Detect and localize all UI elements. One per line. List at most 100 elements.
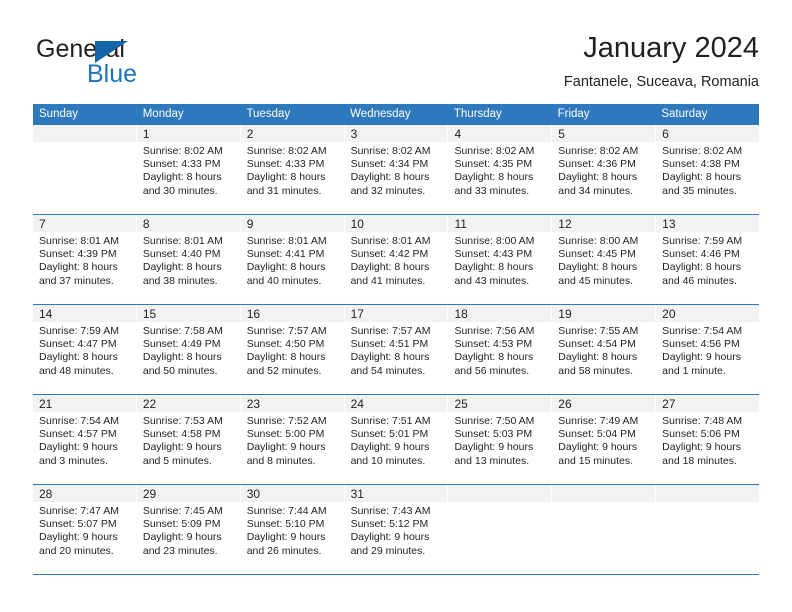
day-cell-11[interactable]: 11 Sunrise: 8:00 AM Sunset: 4:43 PM Dayligh… bbox=[448, 215, 553, 304]
day-number-band: 18 bbox=[448, 305, 552, 322]
day-cell-9[interactable]: 9 Sunrise: 8:01 AM Sunset: 4:41 PM Daylight… bbox=[240, 215, 345, 304]
day-number-band: 2 bbox=[240, 125, 344, 142]
day-number-band bbox=[656, 485, 760, 502]
day-details: Sunrise: 7:53 AM Sunset: 4:58 PM Daylight:… bbox=[137, 412, 240, 468]
day-details: Sunrise: 7:43 AM Sunset: 5:12 PM Daylight:… bbox=[345, 502, 448, 558]
day-cell-empty bbox=[656, 485, 760, 574]
day-number-band: 5 bbox=[552, 125, 656, 142]
day-details: Sunrise: 7:45 AM Sunset: 5:09 PM Daylight:… bbox=[137, 502, 240, 558]
calendar-week-row: 1 Sunrise: 8:02 AM Sunset: 4:33 PM Daylight… bbox=[33, 125, 760, 215]
day-details: Sunrise: 7:57 AM Sunset: 4:51 PM Daylight:… bbox=[345, 322, 448, 378]
day-cell-2[interactable]: 2 Sunrise: 8:02 AM Sunset: 4:33 PM Daylight… bbox=[240, 125, 345, 214]
day-cell-16[interactable]: 16 Sunrise: 7:57 AM Sunset: 4:50 PM Dayligh… bbox=[240, 305, 345, 394]
day-cell-20[interactable]: 20 Sunrise: 7:54 AM Sunset: 4:56 PM Dayligh… bbox=[656, 305, 760, 394]
sunrise-text: Sunrise: 7:58 AM bbox=[142, 325, 223, 337]
day-cell-17[interactable]: 17 Sunrise: 7:57 AM Sunset: 4:51 PM Dayligh… bbox=[344, 305, 449, 394]
day-number-band: 3 bbox=[344, 125, 448, 142]
day-number-band: 19 bbox=[552, 305, 656, 322]
day-number-band: 20 bbox=[656, 305, 760, 322]
day-cell-3[interactable]: 3 Sunrise: 8:02 AM Sunset: 4:34 PM Daylight… bbox=[344, 125, 449, 214]
day-number: 2 bbox=[246, 127, 254, 141]
day-cell-28[interactable]: 28 Sunrise: 7:47 AM Sunset: 5:07 PM Dayligh… bbox=[33, 485, 137, 574]
day-cell-1[interactable]: 1 Sunrise: 8:02 AM Sunset: 4:33 PM Daylight… bbox=[136, 125, 241, 214]
page-header: General Blue January 2024 Fantanele, Suc… bbox=[33, 30, 759, 100]
daylight-text-line2: and 31 minutes. bbox=[246, 184, 322, 197]
day-cell-10[interactable]: 10 Sunrise: 8:01 AM Sunset: 4:42 PM Dayligh… bbox=[344, 215, 449, 304]
day-cell-14[interactable]: 14 Sunrise: 7:59 AM Sunset: 4:47 PM Dayligh… bbox=[33, 305, 137, 394]
sunset-text: Sunset: 4:35 PM bbox=[454, 158, 533, 171]
sunrise-text: Sunrise: 8:00 AM bbox=[454, 235, 535, 247]
day-details: Sunrise: 8:01 AM Sunset: 4:42 PM Daylight:… bbox=[345, 232, 448, 288]
daylight-text-line2: and 37 minutes. bbox=[39, 274, 114, 287]
day-number: 16 bbox=[246, 307, 261, 321]
daylight-text-line2: and 40 minutes. bbox=[246, 274, 322, 287]
day-number-band: 21 bbox=[33, 395, 136, 412]
day-cell-25[interactable]: 25 Sunrise: 7:50 AM Sunset: 5:03 PM Dayligh… bbox=[448, 395, 553, 484]
day-cell-22[interactable]: 22 Sunrise: 7:53 AM Sunset: 4:58 PM Dayligh… bbox=[136, 395, 241, 484]
day-cell-23[interactable]: 23 Sunrise: 7:52 AM Sunset: 5:00 PM Dayligh… bbox=[240, 395, 345, 484]
sunset-text: Sunset: 4:49 PM bbox=[142, 338, 221, 351]
daylight-text-line1: Daylight: 8 hours bbox=[142, 171, 222, 184]
day-cell-19[interactable]: 19 Sunrise: 7:55 AM Sunset: 4:54 PM Dayligh… bbox=[552, 305, 657, 394]
day-cell-5[interactable]: 5 Sunrise: 8:02 AM Sunset: 4:36 PM Daylight… bbox=[552, 125, 657, 214]
day-number: 6 bbox=[662, 127, 669, 141]
day-cell-26[interactable]: 26 Sunrise: 7:49 AM Sunset: 5:04 PM Dayligh… bbox=[552, 395, 657, 484]
day-details: Sunrise: 8:00 AM Sunset: 4:43 PM Daylight:… bbox=[448, 232, 551, 288]
day-cell-21[interactable]: 21 Sunrise: 7:54 AM Sunset: 4:57 PM Dayligh… bbox=[33, 395, 137, 484]
daylight-text-line1: Daylight: 8 hours bbox=[142, 261, 222, 274]
day-cell-empty bbox=[33, 125, 137, 214]
sunset-text: Sunset: 4:36 PM bbox=[558, 158, 636, 171]
day-cell-empty bbox=[448, 485, 553, 574]
day-cell-7[interactable]: 7 Sunrise: 8:01 AM Sunset: 4:39 PM Daylight… bbox=[33, 215, 137, 304]
day-number: 4 bbox=[454, 127, 462, 141]
sunrise-text: Sunrise: 7:49 AM bbox=[558, 415, 639, 427]
day-number: 18 bbox=[454, 307, 468, 321]
day-number-band: 11 bbox=[448, 215, 552, 232]
day-cell-12[interactable]: 12 Sunrise: 8:00 AM Sunset: 4:45 PM Dayligh… bbox=[552, 215, 657, 304]
daylight-text-line2: and 41 minutes. bbox=[350, 274, 426, 287]
day-number-band bbox=[552, 485, 656, 502]
day-cell-31[interactable]: 31 Sunrise: 7:43 AM Sunset: 5:12 PM Dayligh… bbox=[344, 485, 449, 574]
day-cell-6[interactable]: 6 Sunrise: 8:02 AM Sunset: 4:38 PM Daylight… bbox=[656, 125, 760, 214]
daylight-text-line2: and 45 minutes. bbox=[558, 274, 634, 287]
daylight-text-line1: Daylight: 9 hours bbox=[350, 531, 430, 544]
sunrise-text: Sunrise: 7:45 AM bbox=[142, 505, 223, 517]
day-number: 15 bbox=[142, 307, 157, 321]
daylight-text-line2: and 43 minutes. bbox=[454, 274, 530, 287]
sunset-text: Sunset: 4:39 PM bbox=[39, 248, 117, 261]
day-details: Sunrise: 7:50 AM Sunset: 5:03 PM Daylight:… bbox=[448, 412, 551, 468]
day-number: 29 bbox=[142, 487, 157, 501]
day-number-band: 15 bbox=[136, 305, 240, 322]
day-cell-30[interactable]: 30 Sunrise: 7:44 AM Sunset: 5:10 PM Dayligh… bbox=[240, 485, 345, 574]
daylight-text-line1: Daylight: 8 hours bbox=[558, 351, 638, 364]
sunrise-text: Sunrise: 8:01 AM bbox=[39, 235, 119, 247]
sunrise-text: Sunrise: 7:48 AM bbox=[662, 415, 743, 427]
sunrise-text: Sunrise: 7:59 AM bbox=[39, 325, 119, 337]
day-cell-18[interactable]: 18 Sunrise: 7:56 AM Sunset: 4:53 PM Dayligh… bbox=[448, 305, 553, 394]
day-number: 24 bbox=[350, 397, 364, 411]
day-cell-15[interactable]: 15 Sunrise: 7:58 AM Sunset: 4:49 PM Dayligh… bbox=[136, 305, 241, 394]
day-cell-29[interactable]: 29 Sunrise: 7:45 AM Sunset: 5:09 PM Dayligh… bbox=[136, 485, 241, 574]
day-number: 25 bbox=[454, 397, 468, 411]
day-cell-4[interactable]: 4 Sunrise: 8:02 AM Sunset: 4:35 PM Daylight… bbox=[448, 125, 553, 214]
day-cell-24[interactable]: 24 Sunrise: 7:51 AM Sunset: 5:01 PM Dayligh… bbox=[344, 395, 449, 484]
day-cell-8[interactable]: 8 Sunrise: 8:01 AM Sunset: 4:40 PM Daylight… bbox=[136, 215, 241, 304]
day-details: Sunrise: 8:01 AM Sunset: 4:39 PM Daylight:… bbox=[33, 232, 136, 288]
day-details bbox=[448, 502, 551, 505]
sunset-text: Sunset: 4:43 PM bbox=[454, 248, 533, 261]
daylight-text-line2: and 13 minutes. bbox=[454, 454, 530, 467]
sunrise-text: Sunrise: 7:57 AM bbox=[350, 325, 431, 337]
day-number-band: 7 bbox=[33, 215, 136, 232]
day-cell-empty bbox=[552, 485, 657, 574]
sunrise-text: Sunrise: 8:02 AM bbox=[558, 145, 639, 157]
day-cell-13[interactable]: 13 Sunrise: 7:59 AM Sunset: 4:46 PM Dayligh… bbox=[656, 215, 760, 304]
general-blue-logo[interactable]: General Blue bbox=[36, 35, 236, 91]
day-cell-27[interactable]: 27 Sunrise: 7:48 AM Sunset: 5:06 PM Dayligh… bbox=[656, 395, 760, 484]
daylight-text-line1: Daylight: 8 hours bbox=[39, 261, 118, 274]
daylight-text-line1: Daylight: 9 hours bbox=[662, 351, 741, 364]
day-number: 8 bbox=[142, 217, 150, 231]
day-details: Sunrise: 7:47 AM Sunset: 5:07 PM Daylight:… bbox=[33, 502, 136, 558]
day-details: Sunrise: 8:01 AM Sunset: 4:40 PM Daylight:… bbox=[137, 232, 240, 288]
day-number: 10 bbox=[350, 217, 364, 231]
day-number-band: 10 bbox=[344, 215, 448, 232]
